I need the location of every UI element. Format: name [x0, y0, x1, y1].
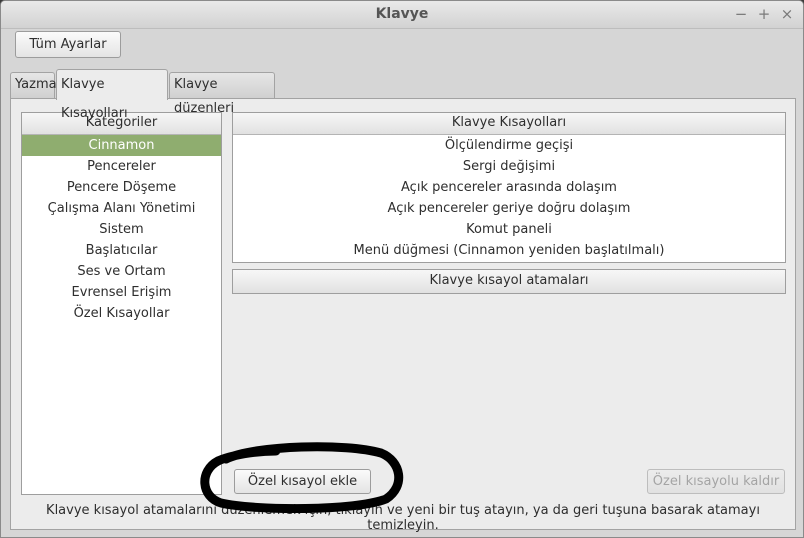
shortcut-item[interactable]: Komut paneli [233, 219, 785, 240]
category-item[interactable]: Ses ve Ortam [22, 261, 221, 282]
category-item[interactable]: Sistem [22, 219, 221, 240]
shortcut-item[interactable]: Açık pencereler geriye doğru dolaşım [233, 198, 785, 219]
minimize-icon[interactable]: − [731, 4, 751, 24]
shortcut-item[interactable]: Açık pencereler arasında dolaşım [233, 177, 785, 198]
tab-typing[interactable]: Yazma [10, 72, 57, 98]
window-title: Klavye [375, 6, 429, 22]
shortcut-item[interactable]: Menü düğmesi (Cinnamon yeniden başlatılm… [233, 240, 785, 261]
tab-keyboard-shortcuts[interactable]: Klavye Kısayolları [56, 69, 168, 121]
tab-keyboard-layouts[interactable]: Klavye düzenleri [169, 72, 275, 116]
bindings-list[interactable]: Klavye kısayol atamaları [232, 269, 786, 294]
maximize-icon[interactable]: + [754, 4, 774, 24]
shortcut-item[interactable]: Sergi değişimi [233, 156, 785, 177]
shortcuts-list[interactable]: Klavye Kısayolları Ölçülendirme geçişi Se… [232, 112, 786, 263]
shortcut-item[interactable]: Ölçülendirme geçişi [233, 135, 785, 156]
add-custom-shortcut-button[interactable]: Özel kısayol ekle [234, 469, 371, 494]
title-bar[interactable]: Klavye − + × [1, 1, 803, 29]
close-icon[interactable]: × [777, 4, 797, 24]
all-settings-button[interactable]: Tüm Ayarlar [15, 31, 121, 58]
category-item[interactable]: Evrensel Erişim [22, 282, 221, 303]
keyboard-settings-window: Klavye − + × Tüm Ayarlar Yazma Klavye Kı… [0, 0, 804, 538]
bindings-header[interactable]: Klavye kısayol atamaları [233, 270, 785, 293]
help-text: Klavye kısayol atamalarını düzenlemek iç… [46, 503, 760, 533]
shortcuts-header[interactable]: Klavye Kısayolları [233, 113, 785, 135]
category-item[interactable]: Özel Kısayollar [22, 303, 221, 324]
category-item[interactable]: Pencere Döşeme [22, 177, 221, 198]
categories-list[interactable]: Kategoriler CinnamonPencerelerPencere Dö… [21, 112, 222, 495]
category-item[interactable]: Başlatıcılar [22, 240, 221, 261]
category-item[interactable]: Çalışma Alanı Yönetimi [22, 198, 221, 219]
remove-custom-shortcut-button: Özel kısayolu kaldır [647, 469, 785, 494]
category-item[interactable]: Pencereler [22, 156, 221, 177]
category-item[interactable]: Cinnamon [22, 135, 221, 156]
